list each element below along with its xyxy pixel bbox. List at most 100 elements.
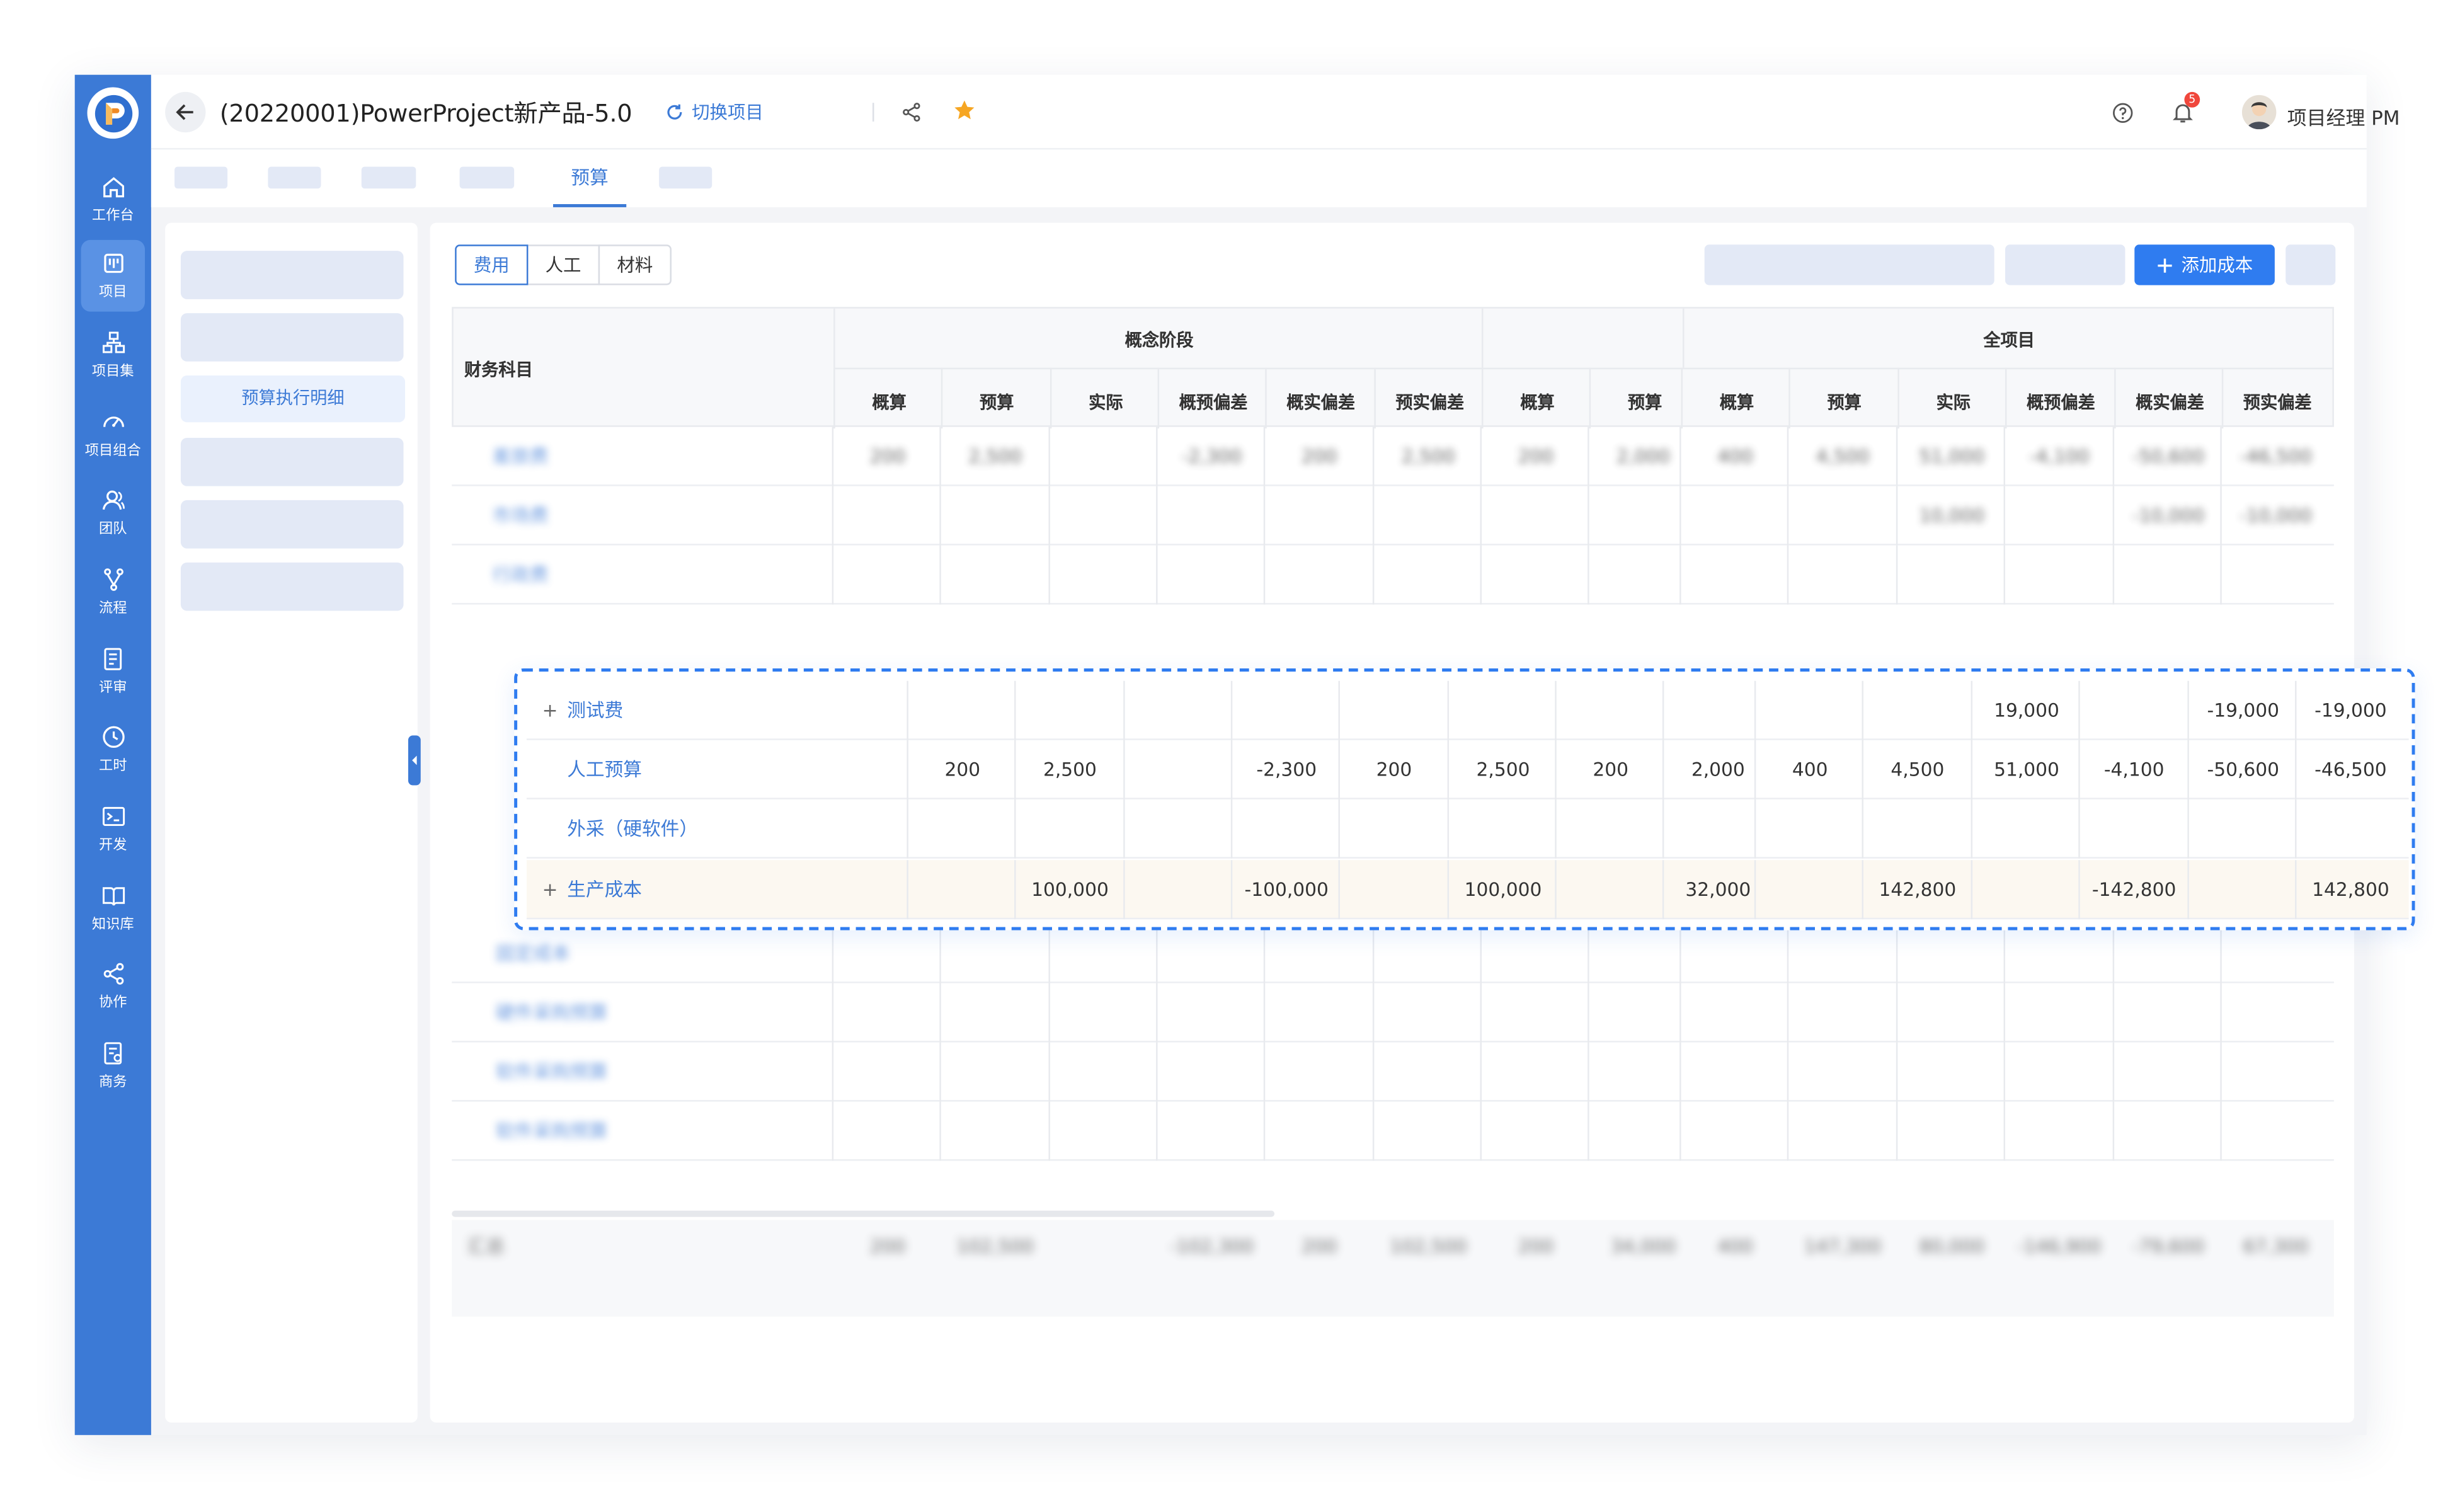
expand-icon[interactable]: +	[542, 681, 568, 740]
menu-item-placeholder[interactable]	[180, 313, 404, 362]
table-cell	[1557, 800, 1665, 859]
table-cell	[1681, 486, 1790, 546]
table-row[interactable]: 硬件采购预算	[452, 983, 2334, 1043]
back-button[interactable]	[165, 91, 206, 133]
summary-cell: 147,300	[1804, 1235, 1882, 1257]
segment-labor[interactable]: 人工	[526, 244, 600, 285]
nav-project[interactable]: 项目	[81, 239, 146, 312]
toolbar-placeholder[interactable]	[2286, 244, 2336, 285]
menu-item-placeholder[interactable]	[180, 437, 404, 486]
cell-divider	[1896, 983, 1898, 1043]
table-cell	[1482, 486, 1590, 546]
segment-expense[interactable]: 费用	[455, 244, 529, 285]
table-cell	[908, 681, 1017, 740]
tab-placeholder[interactable]	[659, 166, 712, 189]
collapse-panel-handle[interactable]	[408, 735, 421, 786]
notification-button[interactable]: 5	[2170, 91, 2200, 125]
cell-divider	[1372, 924, 1375, 983]
nav-business[interactable]: 商务	[81, 1030, 145, 1102]
menu-item-budget-execution[interactable]: 预算执行明细	[180, 375, 406, 423]
header-divider	[1374, 367, 1376, 429]
table-cell	[1788, 546, 1897, 605]
row-subject[interactable]: 市场费	[467, 486, 549, 546]
nav-timesheet[interactable]: 工时	[81, 714, 145, 786]
table-cell	[1125, 859, 1233, 919]
row-subject[interactable]: 硬件采购预算	[495, 983, 607, 1043]
menu-item-placeholder[interactable]	[180, 251, 404, 299]
expand-icon[interactable]: +	[542, 859, 568, 919]
toolbar-placeholder[interactable]	[2005, 244, 2125, 285]
table-row[interactable]: 软件采购预算	[452, 1042, 2334, 1102]
nav-program[interactable]: 项目集	[81, 319, 145, 391]
table-row[interactable]: 软件采购预算	[452, 1101, 2334, 1161]
table-row[interactable]: 市场费 10,000 -10,000 -10,000	[452, 486, 2334, 546]
user-name[interactable]: 项目经理 PM	[2287, 101, 2400, 131]
nav-workbench[interactable]: 工作台	[81, 164, 145, 236]
table-row[interactable]: 外采（硬软件）	[526, 799, 2409, 859]
tab-budget[interactable]: 预算	[552, 149, 627, 207]
row-subject[interactable]: + 测试费	[542, 681, 624, 740]
menu-item-placeholder[interactable]	[180, 500, 404, 549]
table-row[interactable]: 差旅费 200 2,500 -2,300 200 2,500 200 2,000 400 4,50…	[452, 427, 2334, 486]
cell-divider	[1372, 1042, 1375, 1102]
row-subject[interactable]: 人工预算	[542, 740, 642, 799]
nav-review[interactable]: 评审	[81, 636, 145, 707]
table-cell	[1050, 427, 1159, 486]
nav-team[interactable]: 团队	[81, 477, 145, 549]
table-cell	[2080, 800, 2188, 859]
tab-placeholder[interactable]	[361, 166, 416, 189]
avatar[interactable]	[2241, 94, 2277, 130]
row-subject-label: 行政费	[492, 564, 549, 586]
share-icon[interactable]	[901, 101, 923, 123]
row-subject[interactable]: 固定成本	[495, 924, 570, 983]
cell-divider	[1787, 1042, 1789, 1102]
nav-flow[interactable]: 流程	[81, 556, 145, 628]
table-cell	[1340, 800, 1448, 859]
tab-placeholder[interactable]	[459, 166, 515, 189]
cell-divider	[1480, 924, 1482, 983]
summary-cell: -146,900	[2017, 1235, 2102, 1257]
header-divider	[2221, 367, 2224, 429]
table-row[interactable]: + 测试费 19,000 -19,000 -19,000	[526, 680, 2409, 740]
table-row[interactable]: 固定成本	[452, 924, 2334, 983]
header-divider	[1482, 308, 1484, 368]
row-subject[interactable]: 软件采购预算	[495, 1043, 607, 1102]
table-cell	[2114, 546, 2223, 605]
row-subject-label: 测试费	[567, 699, 624, 722]
row-subject[interactable]: + 生产成本	[542, 859, 642, 919]
flow-icon	[103, 568, 123, 591]
segment-material[interactable]: 材料	[598, 244, 672, 285]
cell-divider	[1588, 924, 1589, 983]
row-subject[interactable]: 软件采购预算	[495, 1102, 607, 1161]
app-logo[interactable]	[87, 87, 139, 139]
table-row[interactable]: + 生产成本 100,000 -100,000 100,000 32,000 142,800…	[526, 859, 2409, 919]
star-icon[interactable]	[952, 98, 977, 123]
row-subject[interactable]: 差旅费	[467, 427, 549, 486]
cell-divider	[1263, 924, 1266, 983]
row-subject[interactable]: 行政费	[467, 546, 549, 605]
cell-divider	[1480, 983, 1482, 1043]
table-cell	[2296, 800, 2405, 859]
tab-placeholder[interactable]	[268, 166, 321, 189]
tab-placeholder[interactable]	[174, 166, 228, 189]
horizontal-scrollbar[interactable]	[452, 1210, 1275, 1217]
table-row[interactable]: 人工预算 200 2,500 -2,300 200 2,500 200 2,000 400 4,5…	[526, 740, 2409, 800]
toolbar-placeholder[interactable]	[1704, 244, 1994, 285]
switch-project-button[interactable]: 切换项目	[665, 100, 764, 125]
nav-collab[interactable]: 协作	[81, 951, 145, 1022]
nav-portfolio[interactable]: 项目组合	[81, 399, 145, 471]
table-cell	[1340, 681, 1448, 740]
menu-item-placeholder[interactable]	[180, 562, 404, 611]
table-cell: 400	[1717, 445, 1753, 467]
row-subject[interactable]: 外采（硬软件）	[542, 800, 698, 859]
summary-cell: 102,500	[956, 1235, 1034, 1257]
nav-knowledge[interactable]: 知识库	[81, 873, 145, 944]
column-header: 概预偏差	[2027, 392, 2095, 413]
add-cost-button[interactable]: 添加成本	[2134, 244, 2275, 285]
table-row[interactable]: 行政费	[452, 545, 2334, 605]
help-icon[interactable]	[2111, 101, 2134, 125]
nav-dev[interactable]: 开发	[81, 793, 145, 865]
table-cell: -142,800	[2091, 878, 2177, 900]
cell-divider	[1896, 924, 1898, 983]
summary-cell: 80,000	[1919, 1235, 1985, 1257]
